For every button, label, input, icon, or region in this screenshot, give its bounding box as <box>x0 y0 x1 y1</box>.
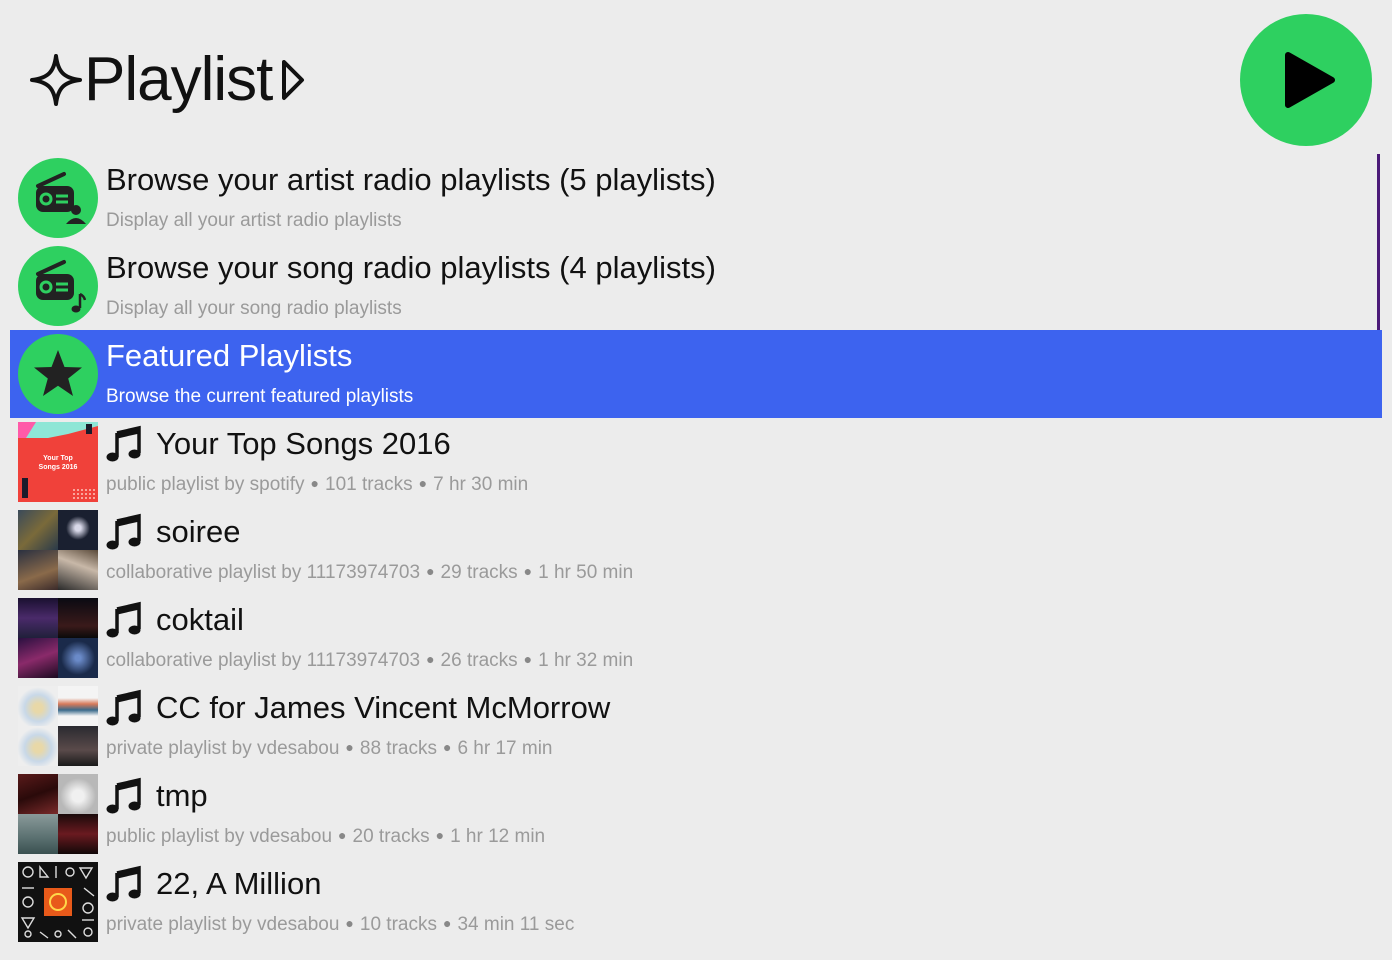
playlist-cover-image <box>18 598 98 678</box>
playlist-owner: private playlist by vdesabou <box>106 738 340 759</box>
list-item-subtitle: private playlist by vdesabou ● 88 tracks ● 6… <box>106 737 553 761</box>
triangle-right-outline-icon <box>282 60 305 100</box>
list-item-subtitle: private playlist by vdesabou ● 10 tracks ● 3… <box>106 913 574 937</box>
cover-text: Your Top Songs 2016 <box>38 455 78 471</box>
list-item-title: CC for James Vincent McMorrow <box>156 690 611 725</box>
music-note-icon <box>106 425 141 462</box>
list-item-subtitle: collaborative playlist by 11173974703 ● 26… <box>106 649 633 673</box>
list-item-title-wrap: 22, A Million <box>106 864 321 904</box>
separator-dot: ● <box>435 827 445 843</box>
radio-song-icon <box>18 246 98 326</box>
separator-dot: ● <box>523 563 533 579</box>
list-item-playlist[interactable]: CC for James Vincent McMorrow private pl… <box>10 682 1382 770</box>
list-item-playlist[interactable]: Your Top Songs 2016 Your Top Songs 2016 … <box>10 418 1382 506</box>
playlist-cover-image <box>18 774 98 854</box>
playlist-cover-image <box>18 862 98 942</box>
list-item-title-wrap: CC for James Vincent McMorrow <box>106 688 610 728</box>
playlist-owner: collaborative playlist by 11173974703 <box>106 650 421 671</box>
play-button[interactable] <box>1240 14 1372 146</box>
list-item-playlist[interactable]: soiree collaborative playlist by 1117397… <box>10 506 1382 594</box>
playlist-duration: 34 min 11 sec <box>457 914 575 935</box>
list-item-playlist[interactable]: tmp public playlist by vdesabou ● 20 track… <box>10 770 1382 858</box>
music-note-icon <box>106 689 141 726</box>
separator-dot: ● <box>345 739 354 755</box>
playlist-cover-image: Your Top Songs 2016 <box>18 422 98 502</box>
play-icon <box>1285 52 1335 108</box>
sparkle-icon <box>30 54 82 106</box>
separator-dot: ● <box>442 739 452 755</box>
list-item-title-wrap: Your Top Songs 2016 <box>106 424 451 464</box>
music-note-icon <box>106 777 141 814</box>
header: Playlist <box>0 0 1392 150</box>
list-item-subtitle: Display all your artist radio playlists <box>106 210 402 231</box>
list-item-subtitle: Browse the current featured playlists <box>106 386 414 407</box>
playlist-track-count: 20 tracks <box>352 826 430 847</box>
list-item-song-radio[interactable]: Browse your song radio playlists (4 play… <box>10 242 1382 330</box>
playlist-duration: 1 hr 32 min <box>538 650 634 671</box>
playlist-track-count: 101 tracks <box>325 474 413 495</box>
separator-dot: ● <box>418 475 428 491</box>
list-item-playlist[interactable]: 22, A Million private playlist by vdesab… <box>10 858 1382 946</box>
playlist-owner: public playlist by vdesabou <box>106 826 333 847</box>
list-item-featured-playlists[interactable]: Featured Playlists Browse the current fe… <box>10 330 1382 418</box>
playlist-track-count: 26 tracks <box>440 650 518 671</box>
list-item-subtitle: public playlist by vdesabou ● 20 tracks ● 1 … <box>106 825 545 849</box>
page-title: Playlist <box>30 44 306 116</box>
list-item-subtitle: public playlist by spotify ● 101 tracks ● 7 … <box>106 473 528 497</box>
playlist-duration: 6 hr 17 min <box>457 738 553 759</box>
music-note-icon <box>106 865 141 902</box>
list-item-title: Your Top Songs 2016 <box>156 426 451 461</box>
page-title-text: Playlist <box>84 45 273 114</box>
list-item-title-wrap: coktail <box>106 600 244 640</box>
separator-dot: ● <box>338 827 347 843</box>
separator-dot: ● <box>345 915 354 931</box>
list-item-title: Featured Playlists <box>106 338 353 373</box>
list-item-title: Browse your song radio playlists (4 play… <box>106 250 716 285</box>
separator-dot: ● <box>426 651 435 667</box>
list-item-title-wrap: soiree <box>106 512 240 552</box>
separator-dot: ● <box>426 563 435 579</box>
playlist-owner: collaborative playlist by 11173974703 <box>106 562 421 583</box>
results-list: Browse your artist radio playlists (5 pl… <box>10 154 1382 946</box>
music-note-icon <box>106 513 141 550</box>
list-item-title: 22, A Million <box>156 866 322 901</box>
playlist-duration: 1 hr 50 min <box>538 562 634 583</box>
list-item-title: coktail <box>156 602 244 637</box>
list-item-subtitle: Display all your song radio playlists <box>106 298 402 319</box>
playlist-track-count: 10 tracks <box>359 914 437 935</box>
star-icon <box>18 334 98 414</box>
separator-dot: ● <box>310 475 320 491</box>
music-note-icon <box>106 601 141 638</box>
list-item-subtitle: collaborative playlist by 11173974703 ● 29… <box>106 561 633 585</box>
list-item-playlist[interactable]: coktail collaborative playlist by 111739… <box>10 594 1382 682</box>
playlist-duration: 7 hr 30 min <box>433 474 529 495</box>
playlist-cover-image <box>18 686 98 766</box>
list-item-artist-radio[interactable]: Browse your artist radio playlists (5 pl… <box>10 154 1382 242</box>
separator-dot: ● <box>523 651 533 667</box>
playlist-track-count: 29 tracks <box>440 562 518 583</box>
list-item-title: soiree <box>156 514 241 549</box>
separator-dot: ● <box>442 915 452 931</box>
playlist-owner: public playlist by spotify <box>106 474 305 495</box>
playlist-cover-image <box>18 510 98 590</box>
list-item-title: Browse your artist radio playlists (5 pl… <box>106 162 716 197</box>
playlist-owner: private playlist by vdesabou <box>106 914 340 935</box>
list-item-title: tmp <box>156 778 208 813</box>
radio-artist-icon <box>18 158 98 238</box>
playlist-track-count: 88 tracks <box>359 738 437 759</box>
playlist-duration: 1 hr 12 min <box>450 826 546 847</box>
list-item-title-wrap: tmp <box>106 776 208 816</box>
